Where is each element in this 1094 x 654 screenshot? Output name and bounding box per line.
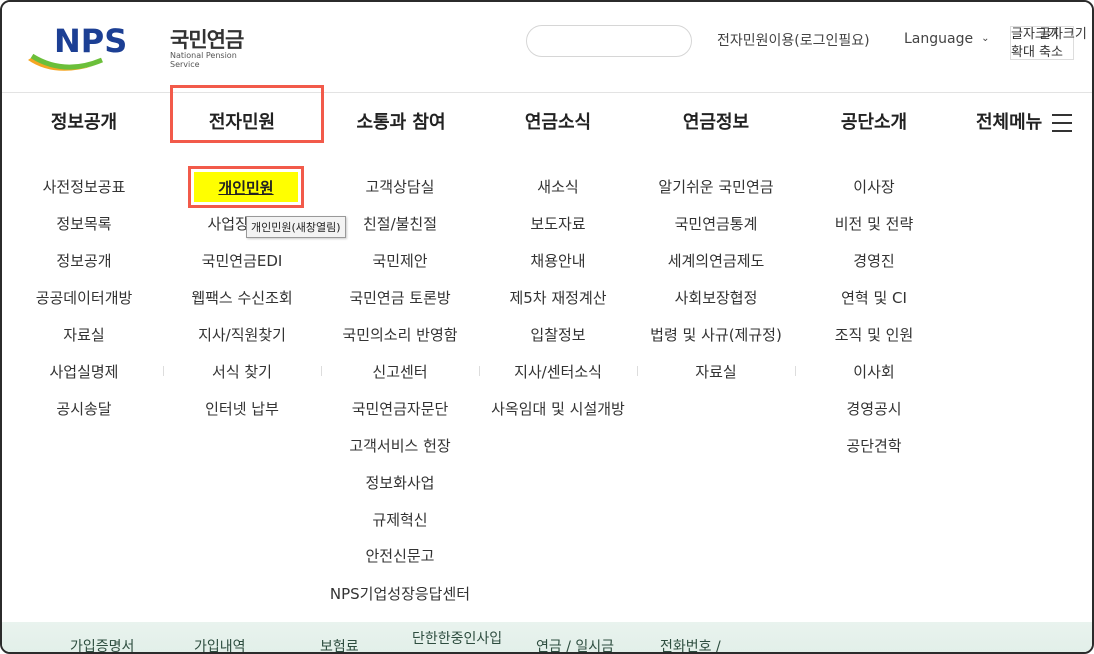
submenu-item[interactable]: 안전신문고 [321,546,479,566]
logo-name: 국민연금 [170,28,244,52]
quick-link[interactable]: 가입증명서 [70,636,134,652]
column-divider [321,366,322,376]
main-nav: 정보공개 전자민원 소통과 참여 연금소식 연금정보 공단소개 전체메뉴 [2,92,1092,243]
nav-about[interactable]: 공단소개 [822,93,926,153]
column-divider [795,366,796,376]
nav-pension-info[interactable]: 연금정보 [664,93,768,153]
submenu-item[interactable]: 웹팩스 수신조회 [163,288,321,308]
site-header: NPS 국민연금 National Pension Service 전자민원이용… [2,2,1092,92]
column-divider [163,366,164,376]
chevron-down-icon: ⌄ [981,33,990,44]
submenu-item[interactable]: 자료실 [637,362,795,382]
submenu-item[interactable]: 보도자료 [479,214,637,234]
submenu-item[interactable]: 규제혁신 [321,510,479,530]
submenu-item[interactable]: 공공데이터개방 [5,288,163,308]
submenu-item[interactable]: NPS기업성장응답센터 [321,584,479,604]
submenu-item[interactable]: 공시송달 [5,399,163,419]
submenu-item[interactable]: 경영진 [795,251,953,271]
column-divider [637,366,638,376]
column-divider [479,366,480,376]
submenu-item[interactable]: 국민의소리 반영함 [321,325,479,345]
submenu-item[interactable]: 알기쉬운 국민연금 [637,177,795,197]
submenu-item[interactable]: 국민제안 [321,251,479,271]
font-size-label-b: 글자크기 [1039,27,1087,42]
submenu-item[interactable]: 지사/직원찾기 [163,325,321,345]
font-size-control: 글자크기 글자크기 확대 축소 [1010,26,1087,61]
submenu-item[interactable]: 국민연금 토론방 [321,288,479,308]
submenu-item[interactable]: 세계의연금제도 [637,251,795,271]
submenu-item[interactable]: 법령 및 사규(제규정) [637,325,795,345]
language-label: Language [904,31,974,47]
submenu-item[interactable]: 제5차 재정계산 [479,288,637,308]
quick-link[interactable]: 연금 / 일시금 [536,636,614,652]
submenu-item[interactable]: 신고센터 [321,362,479,382]
submenu-item[interactable]: 사회보장협정 [637,288,795,308]
nps-logo[interactable]: NPS 국민연금 National Pension Service [24,16,244,76]
submenu-item[interactable]: 입찰정보 [479,325,637,345]
menu-col-news: 새소식 보도자료 채용안내 제5차 재정계산 입찰정보 지사/센터소식 사옥임대… [479,153,637,638]
submenu-item[interactable]: 새소식 [479,177,637,197]
submenu-item[interactable]: 국민연금자문단 [321,399,479,419]
mega-menu: 사전정보공표 정보목록 정보공개 공공데이터개방 자료실 사업실명제 공시송달 … [2,153,1092,638]
language-select[interactable]: Language ⌄ [904,31,989,47]
submenu-item[interactable]: 사옥임대 및 시설개방 [479,399,637,419]
nav-info-disclosure[interactable]: 정보공개 [32,93,136,153]
search-input[interactable] [526,25,692,57]
quick-link[interactable]: 가입내역 [194,636,246,652]
submenu-item[interactable]: 연혁 및 CI [795,288,953,308]
quick-link[interactable]: 단한한중인사입 [412,628,502,648]
menu-col-pension-info: 알기쉬운 국민연금 국민연금통계 세계의연금제도 사회보장협정 법령 및 사규(… [637,153,795,638]
submenu-item[interactable]: 서식 찾기 [163,362,321,382]
submenu-item[interactable]: 정보공개 [5,251,163,271]
submenu-item[interactable]: 조직 및 인원 [795,325,953,345]
submenu-item[interactable]: 이사장 [795,177,953,197]
login-required-link[interactable]: 전자민원이용(로그인필요) [717,30,870,50]
submenu-item[interactable]: 사전정보공표 [5,177,163,197]
submenu-item[interactable]: 국민연금EDI [163,251,321,271]
submenu-item[interactable]: 사업실명제 [5,362,163,382]
quick-link[interactable]: 전화번호 / [660,636,721,652]
submenu-item[interactable]: 인터넷 납부 [163,399,321,419]
nps-logo-icon: NPS [28,22,127,71]
submenu-item[interactable]: 고객서비스 헌장 [321,436,479,456]
submenu-item-personal-civil[interactable]: 개인민원 [194,177,298,198]
page-content-peek: 가입증명서 가입내역 보험료 단한한중인사입 연금 / 일시금 전화번호 / [2,622,1092,652]
menu-col-info: 사전정보공표 정보목록 정보공개 공공데이터개방 자료실 사업실명제 공시송달 [5,153,163,638]
hamburger-icon[interactable] [1052,114,1072,132]
submenu-item[interactable]: 정보목록 [5,214,163,234]
submenu-item[interactable]: 국민연금통계 [637,214,795,234]
menu-col-about: 이사장 비전 및 전략 경영진 연혁 및 CI 조직 및 인원 이사회 경영공시… [795,153,953,638]
browser-frame: NPS 국민연금 National Pension Service 전자민원이용… [0,0,1094,654]
submenu-item[interactable]: 고객상담실 [321,177,479,197]
submenu-item[interactable]: 자료실 [5,325,163,345]
submenu-item[interactable]: 채용안내 [479,251,637,271]
link-tooltip: 개인민원(새창열림) [246,216,346,238]
font-size-buttons[interactable]: 확대 축소 [1011,45,1063,61]
quick-link[interactable]: 보험료 [320,636,359,652]
logo-brand: NPS [54,22,127,60]
logo-subtitle: National Pension Service [170,51,237,69]
all-menu-label[interactable]: 전체메뉴 [976,93,1042,153]
nav-communication[interactable]: 소통과 참여 [342,93,460,153]
submenu-item[interactable]: 이사회 [795,362,953,382]
submenu-item[interactable]: 비전 및 전략 [795,214,953,234]
submenu-item[interactable]: 경영공시 [795,399,953,419]
submenu-item[interactable]: 공단견학 [795,436,953,456]
submenu-item[interactable]: 정보화사업 [321,473,479,493]
nav-highlight-box [170,85,324,143]
submenu-item[interactable]: 지사/센터소식 [479,362,637,382]
nav-news[interactable]: 연금소식 [506,93,610,153]
